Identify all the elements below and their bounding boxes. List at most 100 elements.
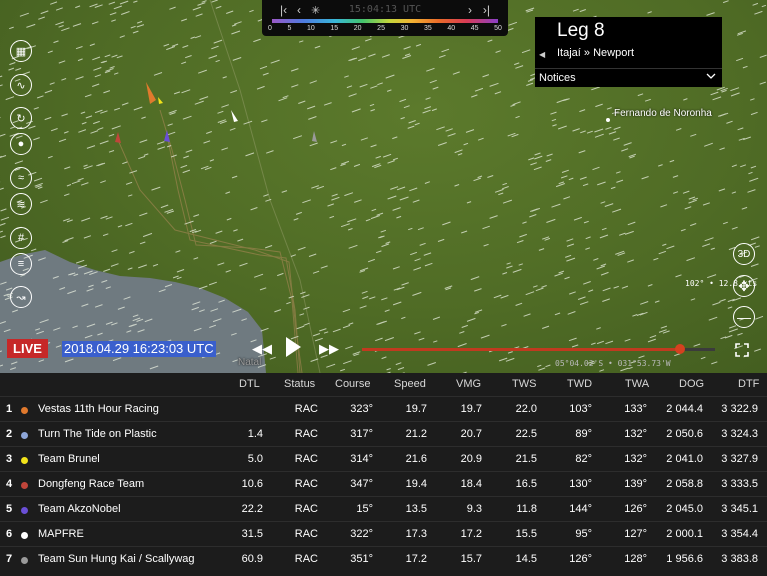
table-row[interactable]: 4 Dongfeng Race Team 10.6 RAC 347° 19.4 18.4 16… xyxy=(0,471,767,497)
wind-particle xyxy=(217,110,224,114)
prev-leg-icon[interactable]: ◀ xyxy=(539,50,545,59)
wind-particle xyxy=(602,298,610,302)
wind-particle xyxy=(529,214,537,218)
cell-dtf: 3 327.9 xyxy=(721,453,758,465)
column-header-twd[interactable]: TWD xyxy=(567,378,592,390)
boat-dongfeng[interactable] xyxy=(115,132,121,143)
route-icon[interactable]: ∿ xyxy=(10,74,32,96)
wind-particle xyxy=(737,127,744,131)
boat-mapfre[interactable] xyxy=(231,110,238,122)
wind-particle xyxy=(309,142,318,147)
table-row[interactable]: 1 Vestas 11th Hour Racing RAC 323° 19.7 19.7 2… xyxy=(0,396,767,422)
next-frame-icon[interactable]: › xyxy=(468,3,472,17)
table-row[interactable]: 2 Turn The Tide on Plastic 1.4 RAC 317° 21.2 2… xyxy=(0,421,767,447)
live-button[interactable]: LIVE xyxy=(7,339,48,358)
wind-particle xyxy=(195,13,203,17)
cursor-position: 05°04.02'S • 031°53.73'W xyxy=(555,359,671,368)
wind-icon[interactable]: ≈ xyxy=(10,167,32,189)
boat-scallywag[interactable] xyxy=(312,131,317,142)
column-header-vmg[interactable]: VMG xyxy=(456,378,481,390)
timeline-slider[interactable] xyxy=(362,344,715,354)
wind-particle xyxy=(327,203,334,207)
wind-particle xyxy=(399,196,409,201)
wind-particle xyxy=(425,97,431,100)
play-icon[interactable] xyxy=(286,337,301,357)
column-header-dtf[interactable]: DTF xyxy=(738,378,759,390)
wind-particle xyxy=(351,46,360,50)
column-header-course[interactable]: Course xyxy=(335,378,370,390)
cell-dtf: 3 324.3 xyxy=(721,428,758,440)
wind-particle xyxy=(563,196,571,200)
wind-particle xyxy=(293,135,303,140)
wind-particle xyxy=(239,262,248,267)
chart-icon[interactable]: ↝ xyxy=(10,286,32,308)
column-header-speed[interactable]: Speed xyxy=(394,378,426,390)
cell-twd: 89° xyxy=(575,428,592,440)
wind-particle xyxy=(401,282,409,286)
wind-particle xyxy=(61,27,70,32)
column-header-tws[interactable]: TWS xyxy=(512,378,536,390)
wind-particle xyxy=(647,284,653,287)
cell-vmg: 9.3 xyxy=(466,503,482,515)
last-frame-icon[interactable]: ›| xyxy=(483,3,490,17)
wind-particle xyxy=(111,125,121,130)
wind-particle xyxy=(423,252,432,256)
column-header-status[interactable]: Status xyxy=(284,378,315,390)
current-icon[interactable]: ≋ xyxy=(10,193,32,215)
map-icon[interactable]: ▦ xyxy=(10,40,32,62)
race-map[interactable]: |‹ ‹ ✳ 15:04:13 UTC › ›| 0 5 10 15 20 25 30 35 4… xyxy=(0,0,767,373)
boat-brunel[interactable] xyxy=(158,97,163,104)
wind-particle xyxy=(400,117,405,120)
notices-dropdown[interactable]: Notices xyxy=(535,68,722,88)
wind-particle xyxy=(566,238,574,242)
lock-icon[interactable]: ● xyxy=(10,133,32,155)
wind-particle xyxy=(37,186,43,190)
wind-particle xyxy=(399,98,407,103)
wind-particle xyxy=(731,226,738,230)
wind-particle xyxy=(412,199,420,203)
wind-particle xyxy=(396,215,402,219)
column-header-dog[interactable]: DOG xyxy=(679,378,704,390)
wind-particle xyxy=(588,289,594,293)
table-row[interactable]: 6 MAPFRE 31.5 RAC 322° 17.3 17.2 15.5 95° 127° 2 0… xyxy=(0,521,767,547)
wind-particle xyxy=(156,141,165,145)
wind-particle xyxy=(250,207,258,211)
wind-particle xyxy=(302,199,311,204)
grid-icon[interactable]: # xyxy=(10,227,32,249)
team-color-dot xyxy=(21,532,28,539)
cell-tws: 14.5 xyxy=(515,553,537,565)
wind-particle xyxy=(367,258,375,263)
table-row[interactable]: 7 Team Sun Hung Kai / Scallywag 60.9 RAC 351… xyxy=(0,546,767,572)
column-header-dtl[interactable]: DTL xyxy=(239,378,260,390)
timeline-handle[interactable] xyxy=(674,344,685,354)
layers-icon[interactable]: ≡ xyxy=(10,253,32,275)
fullscreen-icon[interactable] xyxy=(735,343,749,357)
rank: 2 xyxy=(6,428,13,440)
wind-particle xyxy=(94,74,102,78)
wind-particle xyxy=(591,342,596,345)
zoom-out-icon[interactable]: — xyxy=(733,306,755,328)
three-d-button[interactable]: 3D xyxy=(733,243,755,265)
track-icon[interactable]: ↻ xyxy=(10,107,32,129)
wind-particle xyxy=(181,89,191,94)
rewind-icon[interactable]: ◀◀ xyxy=(252,341,272,357)
wind-particle xyxy=(256,85,265,90)
wind-particle xyxy=(558,270,565,274)
wind-particle xyxy=(381,54,390,58)
boat-vestas[interactable] xyxy=(146,82,156,104)
wind-particle xyxy=(103,90,111,94)
wind-particle xyxy=(578,150,586,154)
wind-particle xyxy=(266,150,274,154)
scale-tick: 35 xyxy=(423,25,432,32)
wind-particle xyxy=(742,65,748,69)
wind-particle xyxy=(100,180,106,184)
fast-forward-icon[interactable]: ▶▶ xyxy=(319,341,339,357)
wind-particle xyxy=(595,103,603,108)
cell-course: 317° xyxy=(350,428,373,440)
table-row[interactable]: 5 Team AkzoNobel 22.2 RAC 15° 13.5 9.3 11.8 144°… xyxy=(0,496,767,522)
boat-akzonobel[interactable] xyxy=(164,130,170,142)
column-header-twa[interactable]: TWA xyxy=(625,378,649,390)
wind-particle xyxy=(386,368,391,371)
table-row[interactable]: 3 Team Brunel 5.0 RAC 314° 21.6 20.9 21.5 82° 132… xyxy=(0,446,767,472)
wind-particle xyxy=(519,233,527,238)
